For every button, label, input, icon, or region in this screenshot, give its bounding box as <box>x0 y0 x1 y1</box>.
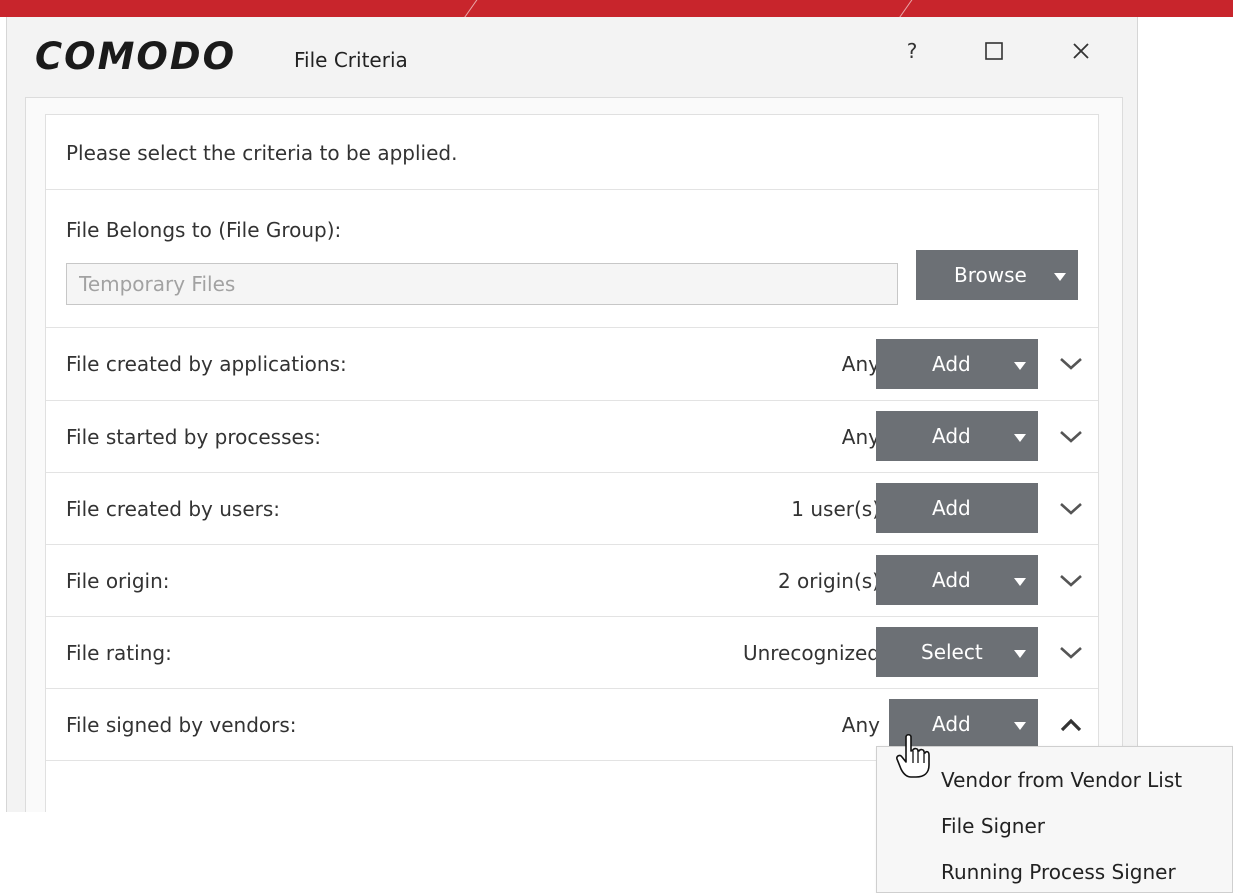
instruction-text: Please select the criteria to be applied… <box>66 141 458 165</box>
add-label: Add <box>932 712 971 736</box>
menu-item-running-process-signer[interactable]: Running Process Signer <box>941 860 1176 884</box>
menu-item-file-signer[interactable]: File Signer <box>941 814 1045 838</box>
hand-pointer-icon <box>896 733 930 778</box>
add-button[interactable]: Add <box>876 483 1038 533</box>
instruction-row: Please select the criteria to be applied… <box>46 115 1098 190</box>
close-button[interactable] <box>1061 31 1101 71</box>
row-label: File origin: <box>66 569 170 593</box>
menu-item-vendor-list[interactable]: Vendor from Vendor List <box>941 768 1182 792</box>
row-value: Any <box>841 713 880 737</box>
select-label: Select <box>921 640 983 664</box>
add-label: Add <box>932 568 971 592</box>
chevron-down-icon[interactable] <box>1056 425 1086 449</box>
add-button[interactable]: Add <box>876 411 1038 461</box>
row-label: File rating: <box>66 641 172 665</box>
created-by-users-row: File created by users: 1 user(s) Add <box>46 473 1098 545</box>
row-value: Any <box>841 425 880 449</box>
file-group-row: File Belongs to (File Group): Browse <box>46 190 1098 328</box>
maximize-icon <box>985 42 1003 60</box>
chevron-down-icon[interactable] <box>1056 641 1086 665</box>
file-group-input[interactable] <box>66 263 898 305</box>
banner-decor-line <box>462 0 479 17</box>
add-label: Add <box>932 424 971 448</box>
file-origin-row: File origin: 2 origin(s) Add <box>46 545 1098 617</box>
help-button[interactable]: ? <box>892 31 932 71</box>
caret-down-icon <box>1014 650 1026 658</box>
caret-down-icon <box>1014 578 1026 586</box>
file-criteria-dialog: COMODO File Criteria ? Please select the… <box>6 17 1138 839</box>
select-button[interactable]: Select <box>876 627 1038 677</box>
started-by-processes-row: File started by processes: Any Add <box>46 401 1098 473</box>
criteria-panel: Please select the criteria to be applied… <box>45 114 1099 835</box>
caret-down-icon <box>1054 273 1066 281</box>
add-label: Add <box>932 352 971 376</box>
title-bar: COMODO File Criteria ? <box>7 17 1137 97</box>
row-label: File started by processes: <box>66 425 321 449</box>
created-by-applications-row: File created by applications: Any Add <box>46 328 1098 401</box>
row-value: 1 user(s) <box>791 497 880 521</box>
banner-decor-line <box>897 0 914 17</box>
maximize-button[interactable] <box>974 31 1014 71</box>
comodo-logo: COMODO <box>35 35 237 78</box>
chevron-down-icon[interactable] <box>1056 497 1086 521</box>
chevron-down-icon[interactable] <box>1056 352 1086 376</box>
browse-label: Browse <box>954 263 1027 287</box>
dialog-title: File Criteria <box>294 48 408 72</box>
row-value: 2 origin(s) <box>777 569 880 593</box>
row-value: Unrecognized <box>742 641 880 665</box>
browse-button[interactable]: Browse <box>916 250 1078 300</box>
row-value: Any <box>841 352 880 376</box>
content-frame: Please select the criteria to be applied… <box>25 97 1123 839</box>
file-rating-row: File rating: Unrecognized Select <box>46 617 1098 689</box>
close-icon <box>1073 43 1089 59</box>
row-label: File signed by vendors: <box>66 713 297 737</box>
add-button[interactable]: Add <box>876 555 1038 605</box>
chevron-up-icon[interactable] <box>1056 713 1086 737</box>
row-label: File created by applications: <box>66 352 347 376</box>
row-label: File created by users: <box>66 497 281 521</box>
chevron-down-icon[interactable] <box>1056 569 1086 593</box>
caret-down-icon <box>1014 362 1026 370</box>
add-label: Add <box>932 496 971 520</box>
caret-down-icon <box>1014 434 1026 442</box>
top-banner <box>0 0 1233 17</box>
add-button[interactable]: Add <box>876 339 1038 389</box>
file-group-label: File Belongs to (File Group): <box>66 218 342 242</box>
caret-down-icon <box>1014 722 1026 730</box>
